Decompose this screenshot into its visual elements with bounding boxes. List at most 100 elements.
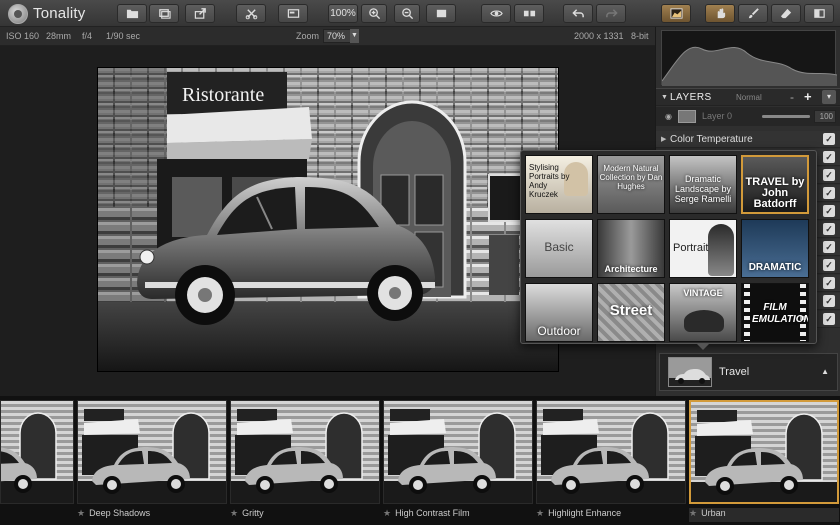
zoom-in-icon xyxy=(368,8,380,20)
favorite-star-icon[interactable]: ★ xyxy=(230,508,238,518)
preset-thumbnail xyxy=(536,400,686,504)
preset-caption: VINTAGE xyxy=(683,288,723,298)
preset-caption: Portrait xyxy=(673,242,709,254)
preset-label: Gritty xyxy=(242,508,264,518)
preset-thumbnail xyxy=(230,400,380,504)
filmstrip-item[interactable]: ★ Highlight Enhance xyxy=(536,400,686,524)
preset-tile-modern-natural[interactable]: Modern Natural Collection by Dan Hughes xyxy=(597,155,665,214)
preset-caption: Architecture xyxy=(604,264,658,274)
layer-name: Layer 0 xyxy=(702,111,733,121)
layer-options-icon[interactable]: ▾ xyxy=(822,90,836,104)
brush-tool-button[interactable] xyxy=(738,4,768,23)
preset-caption: TRAVEL by John Batdorff xyxy=(745,176,805,210)
export-button[interactable] xyxy=(185,4,215,23)
zoom-100-button[interactable]: 100% xyxy=(328,4,358,23)
preview-eye-icon xyxy=(489,10,503,17)
preset-filmstrip: ★ Deep Shadows ★ Gritty ★ High Contrast Fil… xyxy=(0,396,840,525)
filmstrip-item[interactable]: ★ Deep Shadows xyxy=(77,400,227,524)
adjustment-checkbox[interactable]: ✓ xyxy=(823,241,835,253)
adjustment-checkbox[interactable]: ✓ xyxy=(823,133,835,145)
popup-pointer xyxy=(696,343,710,350)
zoom-out-button[interactable] xyxy=(394,4,420,23)
layer-opacity-slider[interactable] xyxy=(762,115,810,118)
histogram-graph xyxy=(661,46,838,86)
layer-row[interactable]: ◉ Layer 0 100 xyxy=(656,107,840,126)
split-view-button[interactable] xyxy=(514,4,544,23)
filmstrip-item-selected[interactable]: ★ Urban xyxy=(689,400,839,524)
layer-thumbnail xyxy=(678,110,696,123)
compare-button[interactable] xyxy=(278,4,308,23)
image-dimensions: 2000 x 1331 xyxy=(574,31,624,41)
eraser-tool-button[interactable] xyxy=(771,4,801,23)
gradient-tool-button[interactable] xyxy=(804,4,834,23)
split-view-icon xyxy=(523,10,535,17)
favorite-star-icon[interactable]: ★ xyxy=(383,508,391,518)
preset-thumbnail xyxy=(383,400,533,504)
undo-button[interactable] xyxy=(563,4,593,23)
fit-screen-button[interactable] xyxy=(426,4,456,23)
redo-button[interactable] xyxy=(596,4,626,23)
preset-label: High Contrast Film xyxy=(395,508,470,518)
preset-tile-film-emulation[interactable]: FILM EMULATION xyxy=(741,283,809,342)
preview-button[interactable] xyxy=(481,4,511,23)
hand-tool-button[interactable] xyxy=(705,4,735,23)
add-layer-button[interactable]: + xyxy=(804,89,812,104)
preset-caption: Stylising Portraits by Andy Kruczek xyxy=(529,163,570,199)
preset-tile-outdoor[interactable]: Outdoor xyxy=(525,283,593,342)
favorite-star-icon[interactable]: ★ xyxy=(77,508,85,518)
adjustment-checkbox[interactable]: ✓ xyxy=(823,259,835,271)
preset-caption: Basic xyxy=(544,240,574,254)
collapse-triangle-icon[interactable]: ▼ xyxy=(661,94,668,101)
preset-tile-vintage[interactable]: VINTAGE xyxy=(669,283,737,342)
zoom-in-button[interactable] xyxy=(361,4,387,23)
preset-tile-street[interactable]: Street xyxy=(597,283,665,342)
adjustment-checkbox[interactable]: ✓ xyxy=(823,313,835,325)
current-preset-bar[interactable]: Travel ▲ xyxy=(659,353,838,391)
preset-thumbnail xyxy=(689,400,839,504)
layer-opacity-value[interactable]: 100 xyxy=(814,110,836,123)
adjustment-checkbox[interactable]: ✓ xyxy=(823,169,835,181)
filmstrip-item[interactable]: ★ High Contrast Film xyxy=(383,400,533,524)
ristorante-sign: Ristorante xyxy=(182,84,264,106)
adjustment-color-temperature[interactable]: ▶ Color Temperature ✓ xyxy=(656,131,840,148)
preset-tile-travel[interactable]: TRAVEL by John Batdorff xyxy=(741,155,809,214)
crop-tools-button[interactable] xyxy=(236,4,266,23)
layers-title: LAYERS xyxy=(670,92,712,103)
preset-tile-architecture[interactable]: Architecture xyxy=(597,219,665,278)
preset-tile-stylising-portraits[interactable]: Stylising Portraits by Andy Kruczek xyxy=(525,155,593,214)
compare-icon xyxy=(287,9,299,18)
favorite-star-icon[interactable]: ★ xyxy=(689,508,697,518)
main-photo[interactable]: Ristorante xyxy=(97,67,559,372)
adjustment-checkbox[interactable]: ✓ xyxy=(823,295,835,307)
open-button[interactable] xyxy=(117,4,147,23)
vintage-hat-image xyxy=(684,310,724,332)
layers-header[interactable]: ▼ LAYERS Normal - + ▾ xyxy=(656,88,840,106)
blend-mode-select[interactable]: Normal xyxy=(736,93,762,102)
chevron-down-icon[interactable]: ▼ xyxy=(350,29,359,43)
expand-triangle-icon[interactable]: ▶ xyxy=(661,135,666,143)
preset-tile-dramatic[interactable]: DRAMATIC xyxy=(741,219,809,278)
batch-button[interactable] xyxy=(149,4,179,23)
shutter-value: 1/90 sec xyxy=(106,31,141,41)
iso-value: ISO 160 xyxy=(6,31,40,41)
adjustment-checkbox[interactable]: ✓ xyxy=(823,277,835,289)
filmstrip-item[interactable]: ★ Gritty xyxy=(230,400,380,524)
adjustment-checkbox[interactable]: ✓ xyxy=(823,151,835,163)
tonality-logo-icon xyxy=(8,3,28,24)
preset-tile-basic[interactable]: Basic xyxy=(525,219,593,278)
open-folder-icon xyxy=(126,9,138,19)
adjustment-checkbox[interactable]: ✓ xyxy=(823,223,835,235)
adjustment-checkbox[interactable]: ✓ xyxy=(823,205,835,217)
filmstrip-partial-thumbnail[interactable] xyxy=(0,400,74,504)
histogram-toggle-button[interactable] xyxy=(661,4,691,23)
adjustment-checkbox[interactable]: ✓ xyxy=(823,187,835,199)
preset-caption: Dramatic Landscape by Serge Ramelli xyxy=(674,174,732,204)
preset-tile-dramatic-landscape[interactable]: Dramatic Landscape by Serge Ramelli xyxy=(669,155,737,214)
favorite-star-icon[interactable]: ★ xyxy=(536,508,544,518)
visibility-eye-icon[interactable]: ◉ xyxy=(665,112,672,121)
preset-tile-portrait[interactable]: Portrait xyxy=(669,219,737,278)
chevron-up-icon[interactable]: ▲ xyxy=(821,367,829,376)
remove-layer-button[interactable]: - xyxy=(790,90,794,104)
gradient-tool-icon xyxy=(813,9,825,18)
app-logo: Tonality xyxy=(8,3,85,24)
